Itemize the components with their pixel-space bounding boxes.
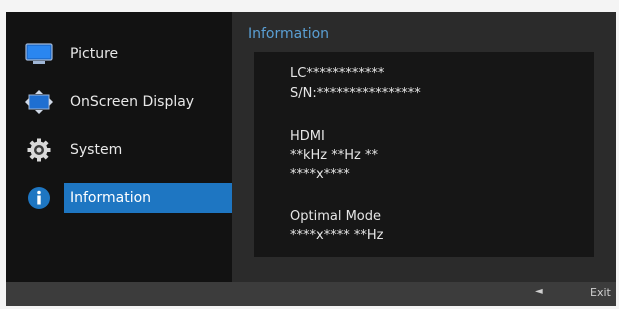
menu-item-onscreen-display[interactable]: OnScreen Display <box>6 87 234 117</box>
model-text: LC************ <box>290 66 385 81</box>
menu-item-label: Picture <box>70 46 119 62</box>
optimal-mode-value: ****x**** **Hz <box>290 228 384 243</box>
input-source-text: HDMI <box>290 129 325 144</box>
gear-icon <box>24 138 54 162</box>
menu-item-picture[interactable]: Picture <box>6 39 234 69</box>
panel-title: Information <box>248 26 330 42</box>
information-panel: Information LC************ S/N:*********… <box>232 12 616 282</box>
optimal-mode-label: Optimal Mode <box>290 209 381 224</box>
menu-item-label: System <box>70 142 123 158</box>
bottom-guide-bar: ◄ Exit <box>6 282 616 306</box>
info-box: LC************ S/N:**************** HDMI… <box>254 52 594 257</box>
monitor-icon <box>24 42 54 66</box>
info-icon <box>24 186 54 210</box>
osd-arrows-icon <box>24 90 54 114</box>
menu-item-label: OnScreen Display <box>70 94 195 110</box>
main-menu: Picture OnScreen Display System Informat… <box>6 12 234 282</box>
menu-item-label: Information <box>70 190 152 206</box>
frequency-text: **kHz **Hz ** <box>290 148 378 163</box>
resolution-text: ****x**** <box>290 167 350 182</box>
left-arrow-icon[interactable]: ◄ <box>535 286 543 297</box>
exit-button[interactable]: Exit <box>590 286 611 299</box>
menu-item-system[interactable]: System <box>6 135 234 165</box>
serial-text: S/N:**************** <box>290 86 421 101</box>
menu-item-information[interactable]: Information <box>6 183 234 213</box>
osd-menu: Picture OnScreen Display System Informat… <box>6 12 616 306</box>
